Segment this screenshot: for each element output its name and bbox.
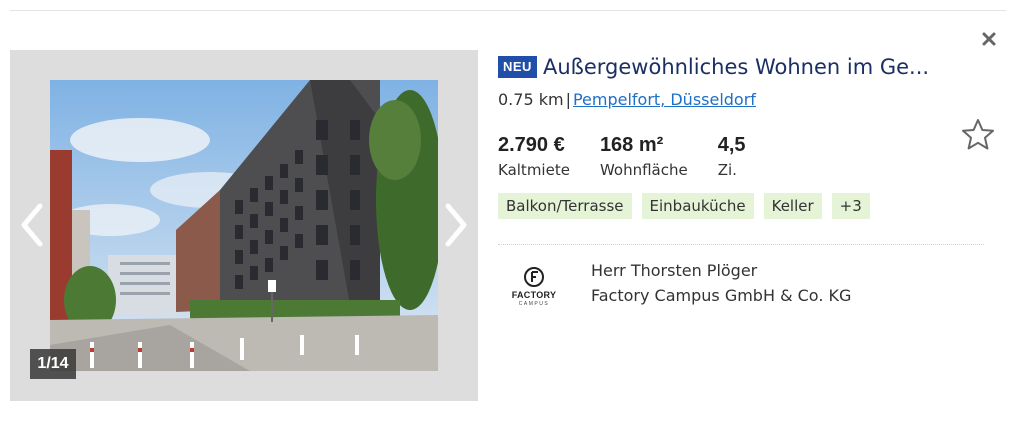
section-divider	[498, 244, 984, 245]
listing-photo[interactable]	[50, 80, 438, 371]
listing-title[interactable]: Außergewöhnliches Wohnen im Ge...	[543, 55, 929, 79]
close-icon	[982, 32, 996, 46]
building-photo	[50, 80, 438, 371]
star-icon	[962, 119, 994, 150]
distance: 0.75 km	[498, 90, 564, 109]
chevron-left-icon	[21, 203, 43, 247]
company-logo[interactable]: FACTORY CAMPUS	[504, 262, 564, 314]
tag-balcony: Balkon/Terrasse	[498, 193, 632, 219]
tag-kitchen: Einbauküche	[641, 193, 754, 219]
area-value: 168 m²	[599, 134, 664, 156]
feature-tags: Balkon/Terrasse Einbauküche Keller +3	[498, 193, 988, 219]
rooms-value: 4,5	[717, 134, 746, 156]
image-counter: 1/14	[30, 349, 76, 379]
tag-more[interactable]: +3	[831, 193, 870, 219]
logo-text: FACTORY	[511, 290, 557, 300]
location-separator: |	[565, 90, 571, 109]
chevron-right-icon	[445, 203, 467, 247]
next-image-button[interactable]	[438, 202, 474, 248]
location-row: 0.75 km | Pempelfort, Düsseldorf	[498, 90, 988, 109]
contact-name: Herr Thorsten Plöger	[591, 261, 758, 280]
location-link[interactable]: Pempelfort, Düsseldorf	[573, 90, 756, 109]
rooms-label: Zi.	[717, 161, 737, 179]
title-row: NEU Außergewöhnliches Wohnen im Ge...	[498, 50, 988, 84]
contact-info: Herr Thorsten Plöger Factory Campus GmbH…	[591, 258, 851, 308]
tag-cellar: Keller	[763, 193, 822, 219]
rent-value: 2.790 €	[498, 134, 565, 156]
image-gallery[interactable]: 1/14	[10, 50, 478, 401]
fact-rooms: 4,5 Zi.	[718, 133, 746, 179]
contact-company: Factory Campus GmbH & Co. KG	[591, 286, 852, 305]
favorite-button[interactable]	[960, 117, 996, 153]
close-button[interactable]	[978, 28, 1000, 50]
rent-label: Kaltmiete	[498, 161, 570, 179]
fact-rent: 2.790 € Kaltmiete	[498, 133, 570, 179]
previous-image-button[interactable]	[14, 202, 50, 248]
listing-details: NEU Außergewöhnliches Wohnen im Ge... 0.…	[498, 50, 988, 219]
new-badge: NEU	[498, 56, 537, 78]
key-facts: 2.790 € Kaltmiete 168 m² Wohnfläche 4,5 …	[498, 133, 988, 179]
fact-area: 168 m² Wohnfläche	[600, 133, 688, 179]
top-divider	[10, 10, 1006, 11]
factory-logo-icon	[524, 267, 544, 287]
area-label: Wohnfläche	[599, 161, 688, 179]
logo-subtext: CAMPUS	[518, 301, 550, 307]
